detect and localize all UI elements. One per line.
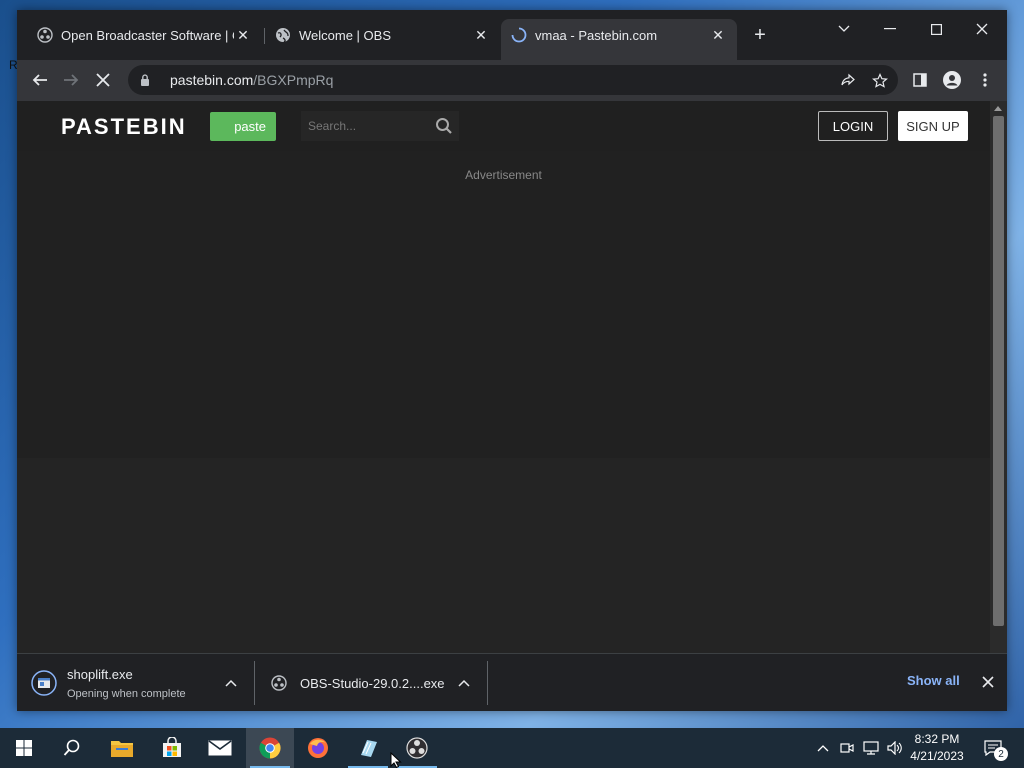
stop-loading-icon[interactable] [89,66,117,94]
loading-spinner-icon [511,27,527,43]
globe-icon [275,27,291,43]
side-panel-icon[interactable] [910,70,930,90]
close-tab-icon[interactable]: ✕ [472,27,490,44]
chevron-up-icon[interactable] [224,676,238,690]
share-icon[interactable] [838,71,858,91]
exe-file-icon [31,670,57,696]
notification-count-badge: 2 [994,747,1008,761]
menu-kebab-icon[interactable] [975,70,995,90]
lock-icon [140,74,154,86]
download-filename: OBS-Studio-29.0.2....exe [300,675,445,691]
meet-now-icon[interactable] [838,728,856,768]
maximize-icon[interactable] [913,14,959,44]
tab-strip: Open Broadcaster Software | OBS ✕ Welcom… [17,10,1007,60]
download-filename: shoplift.exe [67,666,133,682]
forward-icon[interactable] [57,66,85,94]
tab-title: Welcome | OBS [299,27,391,43]
volume-icon[interactable] [886,728,904,768]
chevron-up-icon[interactable] [457,676,471,690]
address-bar[interactable]: pastebin.com/BGXPmpRq [128,65,898,95]
clock-time: 8:32 PM [914,732,960,746]
url-path: /BGXPmpRq [253,72,334,88]
pastebin-header: PASTEBIN paste LOGIN SIGN UP [17,101,990,151]
mail-icon[interactable] [196,728,244,768]
tab-title: Open Broadcaster Software | OBS [61,27,234,43]
page-viewport: PASTEBIN paste LOGIN SIGN UP Advertiseme… [17,101,990,663]
search-box [301,111,459,141]
pastebin-logo[interactable]: PASTEBIN [61,114,187,140]
browser-toolbar: pastebin.com/BGXPmpRq [17,60,1007,101]
start-icon[interactable] [0,728,48,768]
mouse-cursor-icon [390,752,402,768]
page-scrollbar[interactable] [990,101,1007,663]
chrome-icon[interactable] [246,728,294,768]
search-icon[interactable] [48,728,96,768]
network-icon[interactable] [862,728,880,768]
close-tab-icon[interactable]: ✕ [234,27,252,44]
bookmark-star-icon[interactable] [870,71,890,91]
window-close-icon[interactable] [959,14,1005,44]
download-status: Opening when complete [67,687,186,700]
firefox-icon[interactable] [294,728,342,768]
page-body [17,458,990,663]
url-host: pastebin.com [170,72,254,88]
download-item-shoplift[interactable]: shoplift.exe Opening when complete [31,654,251,712]
show-all-downloads-link[interactable]: Show all [907,673,960,688]
clock-date: 4/21/2023 [910,749,964,763]
search-icon[interactable] [435,117,453,140]
tab-welcome-obs[interactable]: Welcome | OBS ✕ [265,19,500,51]
obs-logo-icon [271,675,287,691]
desktop-background: R [0,0,18,728]
windows-taskbar: 8:32 PM 4/21/2023 2 [0,728,1024,768]
tab-pastebin[interactable]: vmaa - Pastebin.com ✕ [501,19,737,60]
download-separator [487,661,488,705]
store-icon[interactable] [148,728,196,768]
advertisement-area: Advertisement [17,151,990,458]
tab-search-chevron-icon[interactable] [821,14,867,44]
download-item-obs-studio[interactable]: OBS-Studio-29.0.2....exe [271,654,485,712]
notepad-icon[interactable] [344,728,392,768]
scroll-up-icon[interactable] [994,106,1002,111]
download-shelf: shoplift.exe Opening when complete OBS-S… [17,653,1007,711]
search-input[interactable] [308,119,428,133]
close-tab-icon[interactable]: ✕ [709,27,727,44]
obs-logo-icon [37,27,53,43]
back-icon[interactable] [26,66,54,94]
profile-icon[interactable] [942,70,962,90]
signup-button[interactable]: SIGN UP [898,111,968,141]
show-hidden-icons-chevron-icon[interactable] [814,728,832,768]
chrome-window: Open Broadcaster Software | OBS ✕ Welcom… [17,10,1007,711]
scrollbar-thumb[interactable] [993,116,1004,626]
download-separator [254,661,255,705]
file-explorer-icon[interactable] [98,728,146,768]
login-button[interactable]: LOGIN [818,111,888,141]
tab-obs-software[interactable]: Open Broadcaster Software | OBS ✕ [27,19,262,51]
system-clock[interactable]: 8:32 PM 4/21/2023 [905,731,969,765]
new-tab-button[interactable]: + [749,24,771,46]
paste-button[interactable]: paste [210,112,276,141]
advertisement-label: Advertisement [465,168,542,182]
close-shelf-icon[interactable] [980,674,996,690]
minimize-icon[interactable] [867,14,913,44]
tab-title: vmaa - Pastebin.com [535,27,658,43]
